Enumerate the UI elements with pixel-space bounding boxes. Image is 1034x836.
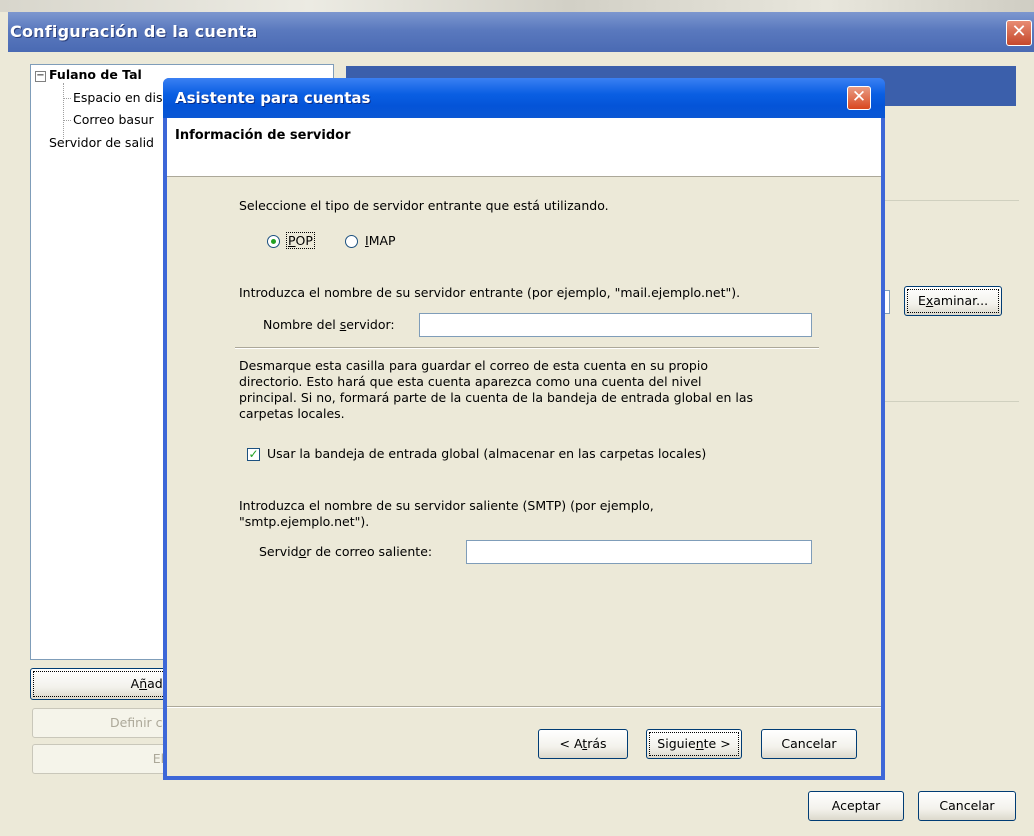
outer-cancel-button[interactable]: Cancelar	[918, 791, 1016, 821]
server-name-input[interactable]	[419, 313, 812, 337]
smtp-server-label: Servidor de correo saliente:	[259, 544, 433, 559]
close-icon: ✕	[851, 87, 867, 107]
footer-separator	[167, 706, 881, 708]
collapse-icon[interactable]: −	[35, 71, 46, 82]
wizard-page-title: Información de servidor	[175, 128, 351, 143]
smtp-server-input[interactable]	[466, 540, 812, 564]
tree-connector	[63, 120, 71, 121]
tree-item-disk-space[interactable]: Espacio en dis	[73, 90, 162, 105]
dialog-client-area: Información de servidor Seleccione el ti…	[167, 118, 881, 776]
dialog-title-bar[interactable]: Asistente para cuentas ✕	[163, 78, 885, 118]
outer-close-button[interactable]: ✕	[1006, 20, 1032, 46]
outer-window-title: Configuración de la cuenta	[10, 22, 258, 41]
smtp-prompt-line-1: Introduzca el nombre de su servidor sali…	[239, 498, 654, 513]
pop-radio-label[interactable]: POP	[286, 232, 315, 249]
tree-item-account[interactable]: Fulano de Tal	[49, 67, 142, 82]
tree-connector	[63, 83, 64, 139]
tree-item-junk[interactable]: Correo basur	[73, 112, 154, 127]
dialog-title: Asistente para cuentas	[175, 89, 371, 107]
global-inbox-desc-line-2: directorio. Esto hará que esta cuenta ap…	[239, 374, 702, 389]
tree-connector	[63, 98, 71, 99]
global-inbox-checkbox[interactable]: ✓	[247, 448, 260, 461]
outer-title-bar: Configuración de la cuenta	[8, 12, 1034, 52]
imap-radio[interactable]	[345, 235, 358, 248]
incoming-server-prompt: Introduzca el nombre de su servidor entr…	[239, 285, 741, 300]
browse-button[interactable]: Examinar...	[904, 286, 1002, 316]
dialog-close-button[interactable]: ✕	[847, 86, 871, 110]
back-button[interactable]: < Atrás	[538, 729, 628, 759]
account-wizard-dialog: Asistente para cuentas ✕ Información de …	[163, 78, 885, 780]
server-type-prompt: Seleccione el tipo de servidor entrante …	[239, 198, 609, 213]
dialog-cancel-button[interactable]: Cancelar	[761, 729, 857, 759]
pop-radio[interactable]	[267, 235, 280, 248]
imap-radio-label[interactable]: IMAP	[365, 233, 396, 248]
tree-item-outgoing-server[interactable]: Servidor de salid	[49, 135, 154, 150]
wizard-page-header: Información de servidor	[167, 118, 881, 177]
close-icon: ✕	[1011, 21, 1027, 42]
next-button[interactable]: Siguiente >	[646, 729, 742, 759]
server-name-label: Nombre del servidor:	[263, 317, 395, 332]
global-inbox-desc-line-3: principal. Si no, formará parte de la cu…	[239, 390, 754, 405]
global-inbox-checkbox-label[interactable]: Usar la bandeja de entrada global (almac…	[267, 446, 706, 461]
global-inbox-desc-line-1: Desmarque esta casilla para guardar el c…	[239, 358, 708, 373]
radio-selected-dot	[271, 239, 276, 244]
accept-button[interactable]: Aceptar	[808, 791, 904, 821]
global-inbox-desc-line-4: carpetas locales.	[239, 406, 345, 421]
smtp-prompt-line-2: "smtp.ejemplo.net").	[239, 514, 370, 529]
checkmark-icon: ✓	[248, 447, 259, 461]
background-window-strip	[0, 0, 1034, 12]
separator	[235, 347, 819, 349]
